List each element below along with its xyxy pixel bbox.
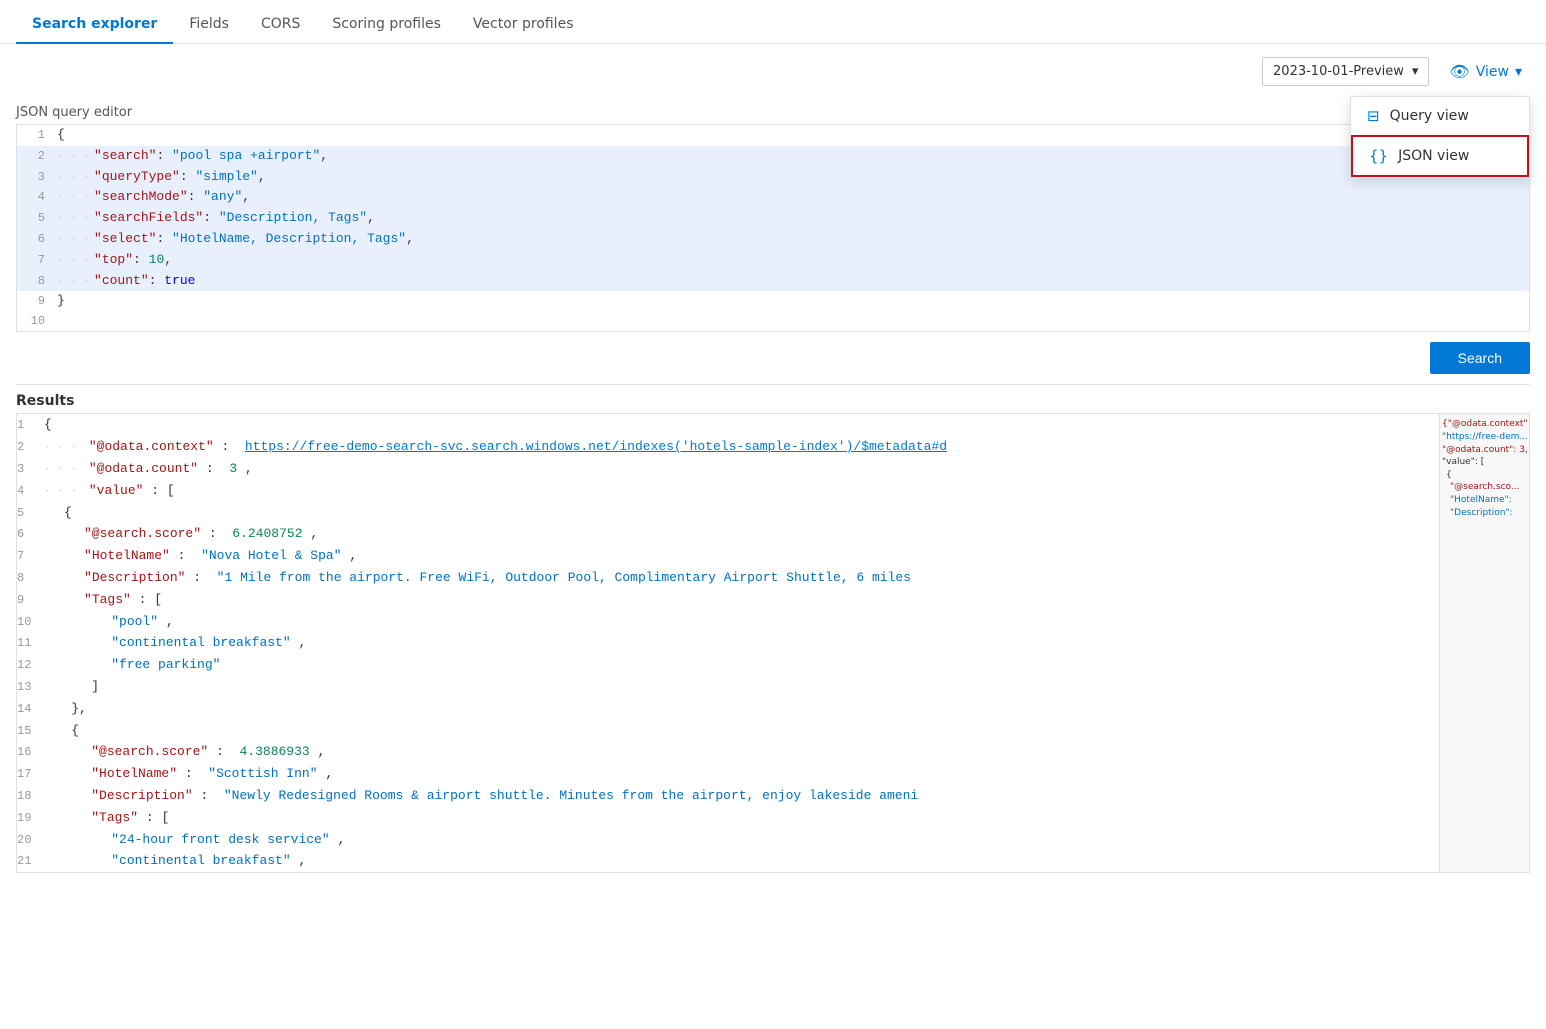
json-view-label: JSON view <box>1398 148 1469 164</box>
editor-label: JSON query editor <box>0 99 1546 124</box>
tab-vector-profiles[interactable]: Vector profiles <box>457 6 590 44</box>
tab-cors[interactable]: CORS <box>245 6 316 44</box>
eye-icon: 👁 <box>1449 62 1469 81</box>
result-line-11: 11 "continental breakfast" , <box>17 632 1439 654</box>
result-line-18: 18 "Description" : "Newly Redesigned Roo… <box>17 785 1439 807</box>
editor-line-9: 9 } <box>17 291 1529 312</box>
tab-search-explorer[interactable]: Search explorer <box>16 6 173 44</box>
odata-context-link[interactable]: https://free-demo-search-svc.search.wind… <box>245 439 947 454</box>
editor-line-6: 6 · · · "select" : "HotelName, Descripti… <box>17 229 1529 250</box>
braces-icon: {} <box>1369 147 1388 165</box>
result-line-12: 12 "free parking" <box>17 654 1439 676</box>
view-dropdown-menu: ⊟ Query view {} JSON view <box>1350 96 1530 178</box>
query-view-option[interactable]: ⊟ Query view <box>1351 97 1529 135</box>
result-line-21: 21 "continental breakfast" , <box>17 850 1439 872</box>
query-view-label: Query view <box>1390 108 1469 124</box>
api-version-dropdown[interactable]: 2023-10-01-Preview ▾ <box>1262 57 1429 86</box>
editor-line-1: 1 { <box>17 125 1529 146</box>
search-button[interactable]: Search <box>1430 342 1530 374</box>
tab-scoring-profiles[interactable]: Scoring profiles <box>316 6 457 44</box>
editor-line-7: 7 · · · "top" : 10 , <box>17 250 1529 271</box>
api-version-label: 2023-10-01-Preview <box>1273 64 1404 79</box>
tab-bar: Search explorer Fields CORS Scoring prof… <box>0 0 1546 44</box>
search-button-container: Search <box>0 332 1546 384</box>
result-thumbnail: {"@odata.context": "https://free-dem... … <box>1439 414 1529 872</box>
result-line-14: 14 }, <box>17 698 1439 720</box>
result-line-3: 3 · · · "@odata.count" : 3 , <box>17 458 1439 480</box>
result-line-8: 8 "Description" : "1 Mile from the airpo… <box>17 567 1439 589</box>
tab-fields[interactable]: Fields <box>173 6 245 44</box>
results-container: 1 { 2 · · · "@odata.context" : https://f… <box>16 413 1530 873</box>
result-line-10: 10 "pool" , <box>17 611 1439 633</box>
chevron-down-icon: ▾ <box>1412 64 1419 79</box>
result-line-4: 4 · · · "value" : [ <box>17 480 1439 502</box>
json-query-editor[interactable]: 1 { 2 · · · "search" : "pool spa +airpor… <box>16 124 1530 332</box>
toolbar: 2023-10-01-Preview ▾ 👁 View ▾ <box>0 44 1546 99</box>
view-chevron-icon: ▾ <box>1515 64 1522 80</box>
view-label: View <box>1476 64 1509 80</box>
result-line-15: 15 { <box>17 720 1439 742</box>
editor-line-5: 5 · · · "searchFields" : "Description, T… <box>17 208 1529 229</box>
editor-line-8: 8 · · · "count" : true <box>17 271 1529 292</box>
result-line-7: 7 "HotelName" : "Nova Hotel & Spa" , <box>17 545 1439 567</box>
result-line-20: 20 "24-hour front desk service" , <box>17 829 1439 851</box>
editor-line-4: 4 · · · "searchMode" : "any" , <box>17 187 1529 208</box>
editor-line-10: 10 <box>17 312 1529 331</box>
result-line-16: 16 "@search.score" : 4.3886933 , <box>17 741 1439 763</box>
editor-line-2: 2 · · · "search" : "pool spa +airport" , <box>17 146 1529 167</box>
results-code-view: 1 { 2 · · · "@odata.context" : https://f… <box>17 414 1439 872</box>
json-view-option[interactable]: {} JSON view <box>1351 135 1529 177</box>
editor-line-3: 3 · · · "queryType" : "simple" , <box>17 167 1529 188</box>
view-button[interactable]: 👁 View ▾ <box>1441 56 1530 87</box>
result-line-17: 17 "HotelName" : "Scottish Inn" , <box>17 763 1439 785</box>
result-line-5: 5 { <box>17 502 1439 524</box>
result-line-9: 9 "Tags" : [ <box>17 589 1439 611</box>
result-line-6: 6 "@search.score" : 6.2408752 , <box>17 523 1439 545</box>
result-line-2: 2 · · · "@odata.context" : https://free-… <box>17 436 1439 458</box>
result-line-19: 19 "Tags" : [ <box>17 807 1439 829</box>
results-label: Results <box>0 385 1546 413</box>
filter-icon: ⊟ <box>1367 107 1380 125</box>
result-line-1: 1 { <box>17 414 1439 436</box>
result-line-13: 13 ] <box>17 676 1439 698</box>
